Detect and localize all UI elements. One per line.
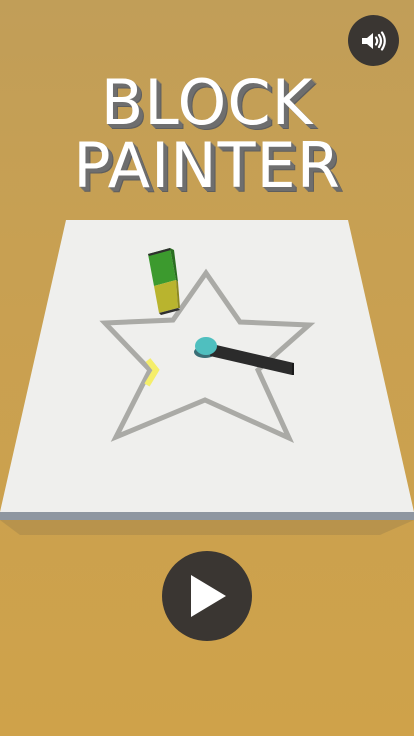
- board-edge: [0, 512, 414, 520]
- speaker-volume-icon: [361, 30, 386, 51]
- board-surface: [0, 220, 414, 512]
- play-button[interactable]: [162, 551, 252, 641]
- board-shadow: [0, 520, 414, 535]
- game-title-line1: BLOCK: [100, 66, 314, 139]
- sound-toggle-button[interactable]: [348, 15, 399, 66]
- game-title-line2: PAINTER: [73, 129, 341, 202]
- play-triangle-icon: [191, 575, 226, 617]
